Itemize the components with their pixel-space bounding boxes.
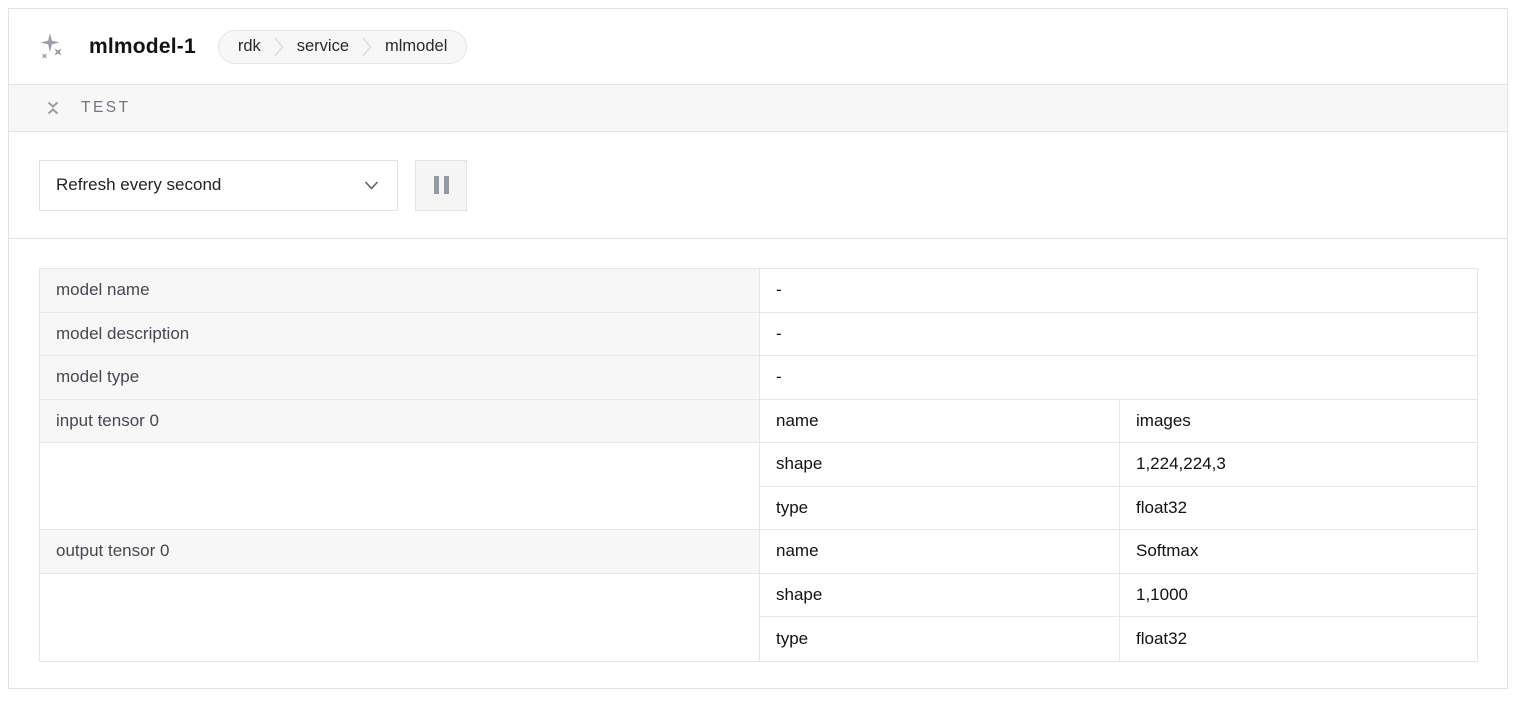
tensor-field-value: float32 [1120, 487, 1477, 531]
mlmodel-panel: mlmodel-1 rdk service mlmodel TEST Refre… [8, 8, 1508, 689]
refresh-interval-select[interactable]: Refresh every second [39, 160, 398, 211]
page-title: mlmodel-1 [89, 35, 196, 59]
tensor-field-key: name [760, 400, 1120, 444]
tensor-field-key: name [760, 530, 1120, 574]
row-value-model-name: - [760, 269, 1477, 313]
tensor-field-key: type [760, 617, 1120, 661]
breadcrumb-item-service: service [297, 37, 349, 56]
row-label-model-name: model name [40, 269, 760, 313]
tensor-field-key: type [760, 487, 1120, 531]
pause-icon [434, 176, 449, 194]
row-value-model-description: - [760, 313, 1477, 357]
tensor-group-input-0: input tensor 0 [40, 400, 760, 531]
refresh-toolbar: Refresh every second [9, 132, 1507, 239]
chevron-separator-icon [274, 35, 284, 59]
breadcrumb-item-rdk: rdk [238, 37, 261, 56]
tensor-group-label: input tensor 0 [40, 400, 759, 444]
tensor-field-value: float32 [1120, 617, 1477, 661]
chevron-separator-icon [362, 35, 372, 59]
panel-header: mlmodel-1 rdk service mlmodel [9, 9, 1507, 85]
tensor-group-output-0: output tensor 0 [40, 530, 760, 661]
row-value-model-type: - [760, 356, 1477, 400]
chevron-down-icon [364, 181, 379, 190]
properties-table: model name - model description - model t… [39, 268, 1478, 662]
collapse-vertical-icon[interactable] [44, 99, 62, 117]
test-content: model name - model description - model t… [9, 239, 1507, 692]
tensor-field-key: shape [760, 443, 1120, 487]
breadcrumb: rdk service mlmodel [218, 30, 468, 64]
test-section-label: TEST [81, 99, 131, 117]
sparkles-icon [37, 32, 67, 62]
tensor-group-label: output tensor 0 [40, 530, 759, 574]
tensor-field-key: shape [760, 574, 1120, 618]
pause-button[interactable] [415, 160, 467, 211]
tensor-field-value: 1,224,224,3 [1120, 443, 1477, 487]
row-label-model-description: model description [40, 313, 760, 357]
refresh-interval-value: Refresh every second [56, 175, 221, 195]
breadcrumb-item-mlmodel: mlmodel [385, 37, 447, 56]
tensor-field-value: 1,1000 [1120, 574, 1477, 618]
row-label-model-type: model type [40, 356, 760, 400]
test-section-bar: TEST [9, 85, 1507, 132]
tensor-field-value: Softmax [1120, 530, 1477, 574]
tensor-field-value: images [1120, 400, 1477, 444]
